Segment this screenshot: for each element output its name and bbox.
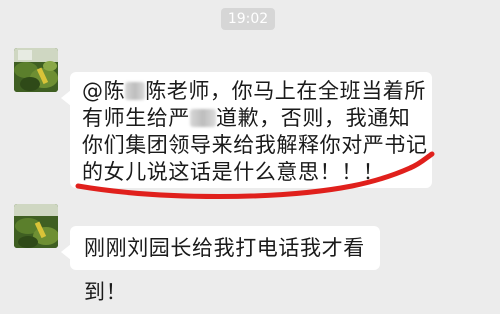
message-text: 有师生给严 [82,106,190,130]
avatar-foliage-image [14,204,58,248]
message-bubble[interactable]: 刚刚刘园长给我打电话我才看到！ [61,226,380,304]
message-line: 的女儿说这话是什么意思！！！ [82,160,385,184]
message-text: @陈 [82,79,126,103]
message-bubble[interactable]: @陈 陈老师，你马上在全班当着所 有师生给严 道歉，否则，我通知 你们集团领导来给我… [61,72,432,188]
redacted-name [190,109,216,127]
message-line: @陈 陈老师，你马上在全班当着所 [82,78,425,104]
message-line: 有师生给严 道歉，否则，我通知 [82,105,422,131]
sender-avatar[interactable] [14,204,58,248]
sender-avatar[interactable] [14,48,58,92]
avatar-foliage-image [14,48,58,92]
message-line: 你们集团领导来给我解释你对严书记 [82,133,428,157]
message-text: 道歉，否则，我通知 [216,106,411,130]
message-text: 陈老师，你马上在全班当着所 [145,79,427,103]
message-text: 刚刚刘园长给我打电话我才看到！ [84,236,365,304]
redacted-name [125,82,146,100]
message-timestamp: 19:02 [221,8,275,30]
